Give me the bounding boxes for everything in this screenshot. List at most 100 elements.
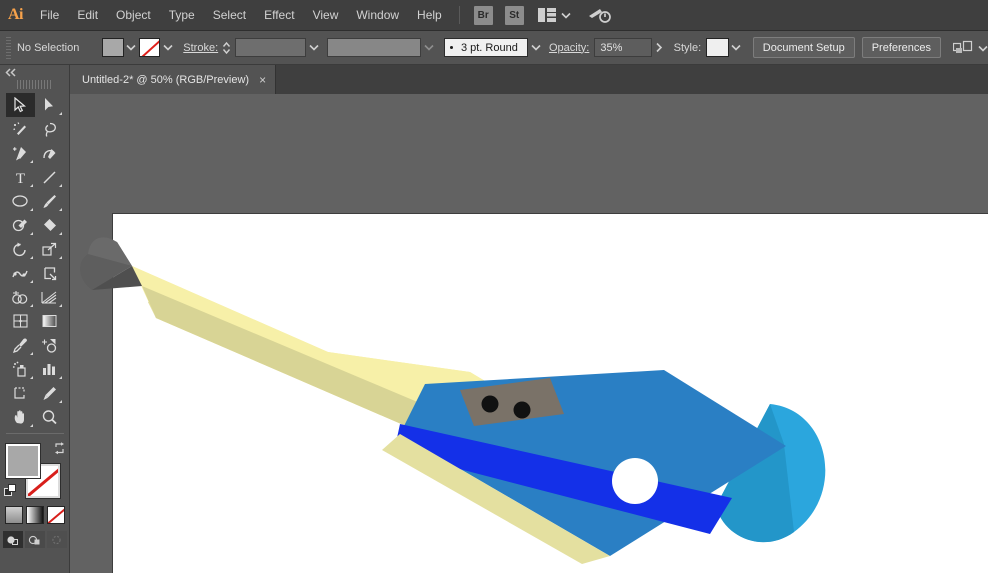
opacity-label: Opacity: <box>548 41 590 54</box>
none-mode-button[interactable] <box>46 506 65 524</box>
lasso-tool[interactable] <box>35 117 64 141</box>
eraser-tool[interactable] <box>35 213 64 237</box>
app-logo-icon: Ai <box>8 6 24 23</box>
document-tab[interactable]: Untitled-2* @ 50% (RGB/Preview) × <box>70 65 277 94</box>
swap-fill-stroke-icon[interactable] <box>53 442 66 460</box>
paintbrush-tool[interactable] <box>35 189 64 213</box>
gradient-mode-button[interactable] <box>25 506 44 524</box>
stroke-profile-field[interactable] <box>327 38 422 57</box>
bridge-button[interactable]: Br <box>473 5 493 25</box>
tool-more-icon <box>29 376 33 379</box>
tools-divider <box>5 433 64 434</box>
menu-view[interactable]: View <box>304 0 348 31</box>
control-bar-grip[interactable] <box>6 36 11 59</box>
menu-select[interactable]: Select <box>204 0 255 31</box>
slice-tool[interactable] <box>35 381 64 405</box>
menu-edit[interactable]: Edit <box>68 0 107 31</box>
lcd-dot-left <box>481 395 499 413</box>
tools-panel-grip[interactable] <box>16 80 53 89</box>
magic-wand-tool[interactable] <box>6 117 35 141</box>
opacity-chevron-right-icon[interactable] <box>652 42 666 53</box>
menu-file[interactable]: File <box>31 0 68 31</box>
direct-selection-tool[interactable] <box>35 93 64 117</box>
stroke-weight-stepper[interactable] <box>221 38 232 57</box>
selection-status-label: No Selection <box>16 41 80 54</box>
tool-more-icon <box>58 208 62 211</box>
graphic-style-swatch[interactable] <box>706 38 729 57</box>
preferences-button[interactable]: Preferences <box>861 37 942 58</box>
eyedropper-tool[interactable] <box>6 333 35 357</box>
shape-builder-tool[interactable] <box>6 285 35 309</box>
type-tool[interactable]: T <box>6 165 35 189</box>
stroke-color-swatch[interactable] <box>138 38 161 57</box>
tool-more-icon <box>29 304 33 307</box>
column-graph-tool[interactable] <box>35 357 64 381</box>
tool-more-icon <box>29 232 33 235</box>
color-mode-button[interactable] <box>4 506 23 524</box>
perspective-grid-tool[interactable] <box>35 285 64 309</box>
search-adobe-stock-icon[interactable] <box>587 6 611 24</box>
style-chevron-down-icon[interactable] <box>729 38 744 57</box>
fill-color-swatch[interactable] <box>102 38 124 57</box>
close-icon[interactable]: × <box>259 74 266 86</box>
default-fill-stroke-icon[interactable] <box>3 484 17 502</box>
brush-preview-icon <box>449 46 453 49</box>
tool-more-icon <box>58 376 62 379</box>
tool-more-icon <box>58 184 62 187</box>
double-chevron-left-icon[interactable] <box>0 65 70 80</box>
opacity-value-field[interactable]: 35% <box>594 38 652 57</box>
stock-button[interactable]: St <box>504 5 524 25</box>
align-chevron-down-icon <box>978 39 988 57</box>
blend-tool[interactable] <box>35 333 64 357</box>
tool-more-icon <box>58 112 62 115</box>
menu-window[interactable]: Window <box>347 0 408 31</box>
symbol-sprayer-tool[interactable] <box>6 357 35 381</box>
ellipse-tool[interactable] <box>6 189 35 213</box>
fill-chevron-down-icon[interactable] <box>124 38 139 57</box>
fill-stroke-control <box>3 442 66 502</box>
rotate-tool[interactable] <box>6 237 35 261</box>
draw-behind-button[interactable] <box>24 531 45 548</box>
tool-more-icon <box>58 400 62 403</box>
brush-chevron-down-icon[interactable] <box>528 38 543 57</box>
document-setup-button[interactable]: Document Setup <box>752 37 855 58</box>
stroke-weight-chevron-down-icon[interactable] <box>306 38 321 57</box>
workspace-switcher-icon[interactable] <box>537 6 571 24</box>
illustrator-window: Ai File Edit Object Type Select Effect V… <box>0 0 988 573</box>
stroke-weight-field[interactable] <box>235 38 307 57</box>
mesh-tool[interactable] <box>6 309 35 333</box>
draw-inside-button[interactable] <box>46 531 67 548</box>
menu-help[interactable]: Help <box>408 0 451 31</box>
brush-definition-field[interactable]: 3 pt. Round <box>443 38 529 57</box>
lcd-dot-right <box>513 401 531 419</box>
stroke-chevron-down-icon[interactable] <box>160 38 175 57</box>
shaper-pencil-tool[interactable] <box>6 213 35 237</box>
hand-tool[interactable] <box>6 405 35 429</box>
menu-effect[interactable]: Effect <box>255 0 303 31</box>
menu-type[interactable]: Type <box>160 0 204 31</box>
control-bar: No Selection Stroke: 3 pt. Round Opacity… <box>0 31 988 65</box>
curvature-tool[interactable] <box>35 141 64 165</box>
scale-tool[interactable] <box>35 237 64 261</box>
gradient-tool[interactable] <box>35 309 64 333</box>
width-warp-tool[interactable] <box>6 261 35 285</box>
menu-object[interactable]: Object <box>107 0 160 31</box>
pen-tool[interactable] <box>6 141 35 165</box>
fill-swatch[interactable] <box>4 443 41 479</box>
zoom-tool[interactable] <box>35 405 64 429</box>
stroke-weight-label: Stroke: <box>183 41 219 54</box>
tool-more-icon <box>29 208 33 211</box>
align-objects-icon[interactable] <box>953 39 988 57</box>
chevron-down-icon <box>561 6 571 24</box>
selection-tool[interactable] <box>5 93 35 117</box>
artboard-tool[interactable] <box>6 381 35 405</box>
stroke-profile-chevron-down-icon[interactable] <box>421 38 436 57</box>
line-segment-tool[interactable] <box>35 165 64 189</box>
brush-definition-label: 3 pt. Round <box>460 41 518 54</box>
menubar-divider <box>458 6 460 24</box>
tool-more-icon <box>58 256 62 259</box>
draw-normal-button[interactable] <box>2 531 23 548</box>
canvas-area[interactable] <box>70 94 988 573</box>
tool-more-icon <box>29 280 33 283</box>
free-transform-tool[interactable] <box>35 261 64 285</box>
